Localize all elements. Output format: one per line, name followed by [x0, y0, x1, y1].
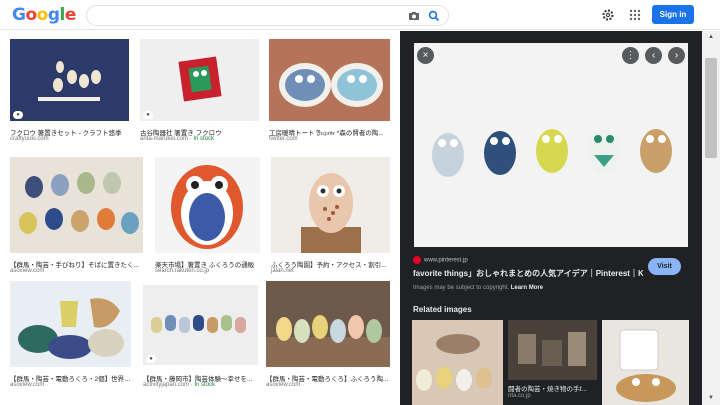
scroll-down-icon[interactable]: ▼: [706, 395, 716, 403]
result-site: asoview.com: [10, 268, 45, 274]
source-row[interactable]: www.pinterest.jp: [413, 256, 468, 264]
result-site: activityjapan.com · In stock: [143, 382, 216, 388]
logo-letter: g: [47, 5, 60, 25]
sign-in-button[interactable]: Sign in: [652, 5, 694, 24]
related-site: nta.co.jp: [508, 393, 531, 399]
tag-icon: ●: [146, 355, 156, 363]
logo-letter: e: [64, 5, 77, 25]
related-image[interactable]: [602, 320, 689, 405]
more-vert-icon[interactable]: ⋮: [622, 47, 639, 64]
chevron-left-icon[interactable]: ‹: [645, 47, 662, 64]
chevron-right-icon[interactable]: ›: [668, 47, 685, 64]
image-results-grid: ● フクロウ 箸置きセット - クラフト悠季 craftyuuki.com ● …: [0, 31, 400, 405]
google-logo[interactable]: Google: [12, 5, 76, 25]
related-image[interactable]: [412, 320, 503, 405]
image-preview-panel: × ⋮ ‹ › www.pinterest.jp favorite things…: [400, 31, 702, 405]
logo-letter: o: [25, 5, 37, 25]
result-thumbnail[interactable]: [155, 157, 260, 253]
close-icon[interactable]: ×: [417, 47, 434, 64]
result-site: search.rakuten.co.jp: [155, 268, 210, 274]
related-image[interactable]: 闘者の陶芸・焼き物の手វ... nta.co.jp: [508, 320, 597, 405]
preview-title[interactable]: favorite things」おしゃれまとめの人気アイデア｜Pinterest…: [413, 268, 643, 279]
camera-icon[interactable]: [407, 9, 421, 23]
source-url: www.pinterest.jp: [424, 257, 468, 264]
scrollbar-thumb[interactable]: [705, 58, 717, 158]
result-thumbnail[interactable]: [10, 39, 129, 121]
tag-icon: ●: [13, 111, 23, 119]
copyright-notice: Images may be subject to copyright. Lear…: [413, 285, 544, 291]
result-site: twitter.com: [269, 136, 298, 142]
logo-letter: G: [12, 5, 26, 25]
settings-gear-icon[interactable]: [601, 8, 615, 22]
visit-button[interactable]: Visit: [648, 258, 681, 275]
result-thumbnail[interactable]: [266, 281, 390, 367]
result-thumbnail[interactable]: [10, 157, 143, 253]
tag-icon: ●: [143, 111, 153, 119]
search-box[interactable]: [86, 5, 449, 26]
search-icon[interactable]: [427, 9, 441, 23]
result-thumbnail[interactable]: [10, 281, 131, 367]
result-site: arita-marukei.com · In stock: [140, 136, 215, 142]
apps-grid-icon[interactable]: [628, 8, 642, 22]
result-thumbnail[interactable]: [140, 39, 259, 121]
pinterest-logo-icon: [413, 256, 421, 264]
related-images-heading: Related images: [413, 305, 472, 314]
result-site: asoview.com: [266, 382, 301, 388]
result-site: jalan.net: [271, 268, 294, 274]
result-site: craftyuuki.com: [10, 136, 49, 142]
result-thumbnail[interactable]: [269, 39, 390, 121]
result-thumbnail[interactable]: [143, 285, 258, 365]
result-site: asoview.com: [10, 382, 45, 388]
learn-more-link[interactable]: Learn More: [511, 285, 543, 291]
search-input[interactable]: [97, 9, 397, 23]
result-thumbnail[interactable]: [271, 157, 390, 253]
logo-letter: o: [36, 5, 49, 25]
scroll-up-icon[interactable]: ▲: [706, 34, 716, 42]
preview-image[interactable]: [414, 43, 688, 247]
top-bar: Google Sign in: [0, 0, 720, 30]
